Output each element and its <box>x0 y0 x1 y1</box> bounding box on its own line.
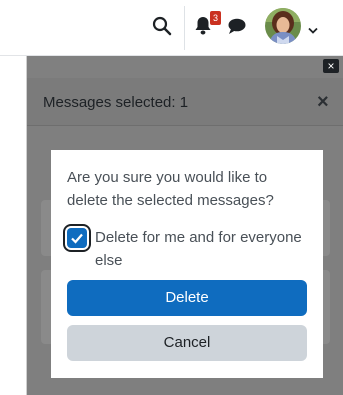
chat-icon[interactable] <box>227 17 249 39</box>
delete-confirmation-dialog: Are you sure you would like to delete th… <box>51 150 323 378</box>
delete-button[interactable]: Delete <box>67 280 307 316</box>
confirmation-question: Are you sure you would like to delete th… <box>67 169 274 209</box>
cancel-button[interactable]: Cancel <box>67 325 307 361</box>
messages-selected-text: Messages selected: 1 <box>43 94 189 111</box>
delete-for-everyone-checkbox[interactable] <box>67 228 87 248</box>
search-icon[interactable] <box>152 16 174 38</box>
drawer-top-strip: × <box>27 56 343 78</box>
navbar-divider <box>184 6 185 50</box>
chevron-down-icon[interactable] <box>308 22 318 34</box>
selection-header: Messages selected: 1 × <box>27 78 343 126</box>
top-navbar: 3 <box>0 0 343 56</box>
delete-for-everyone-label[interactable]: Delete for me and for everyone else <box>95 226 311 272</box>
avatar[interactable] <box>265 8 301 44</box>
clear-selection-button[interactable]: × <box>317 91 329 114</box>
notification-count-badge: 3 <box>210 11 221 25</box>
drawer-close-button[interactable]: × <box>323 59 339 73</box>
